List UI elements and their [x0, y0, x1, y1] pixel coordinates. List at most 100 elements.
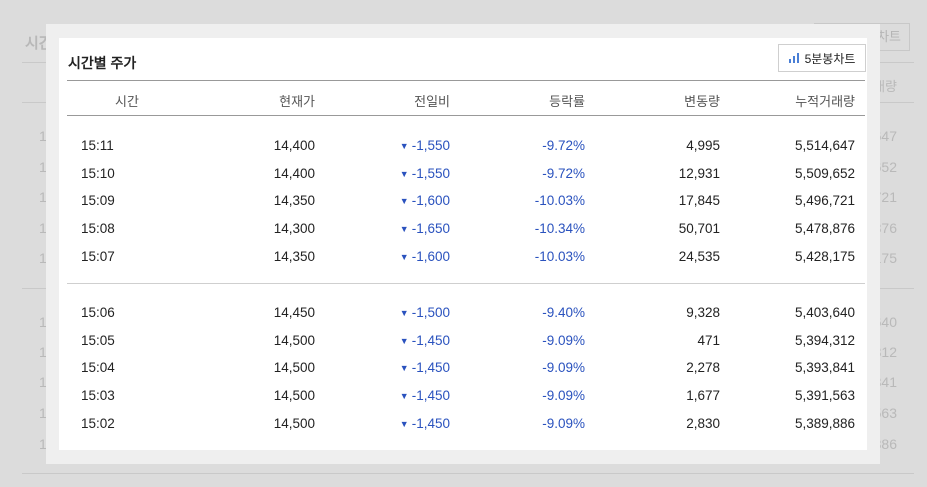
row-change: 1,677 [686, 388, 720, 404]
row-cumulative: 5,391,563 [794, 388, 855, 404]
row-diff: ▼ -1,550 [400, 138, 450, 153]
row-change: 24,535 [678, 248, 720, 264]
column-header-cumulative: 누적거래량 [795, 94, 855, 109]
row-diff: ▼ -1,450 [400, 360, 450, 375]
row-diff: ▼ -1,550 [400, 166, 450, 181]
table-row: 15:08 14,300 ▼ -1,650 -10.34% 50,701 5,478,876 [67, 215, 865, 243]
row-change: 4,995 [686, 138, 720, 153]
row-change: 12,931 [678, 165, 720, 181]
bar-chart-icon [788, 53, 801, 63]
hourly-price-modal: 시간별 주가 5분봉차트 시간 현재가 전일비 등락률 변동량 누적거래량 15… [46, 24, 880, 464]
row-rate: -9.40% [542, 305, 585, 320]
row-rate: -9.72% [542, 138, 585, 153]
column-header-price: 현재가 [279, 94, 315, 109]
row-diff: ▼ -1,450 [400, 333, 450, 348]
column-header-rate: 등락률 [549, 94, 585, 109]
down-arrow-icon: ▼ [399, 141, 409, 151]
row-rate: -9.09% [542, 332, 585, 348]
row-change: 17,845 [678, 193, 720, 209]
row-diff-value: -1,450 [411, 332, 450, 348]
row-cumulative: 5,514,647 [794, 138, 855, 153]
row-diff-value: -1,450 [411, 360, 450, 376]
row-diff-value: -1,600 [411, 248, 450, 264]
row-time: 15:09 [81, 193, 115, 209]
table-row: 15:04 14,500 ▼ -1,450 -9.09% 2,278 5,393,841 [67, 354, 865, 382]
row-time: 15:06 [81, 305, 115, 320]
row-change: 9,328 [686, 305, 720, 320]
row-rate: -9.09% [542, 415, 585, 431]
row-price: 14,350 [273, 248, 315, 264]
row-diff: ▼ -1,450 [400, 388, 450, 403]
row-rate: -10.03% [534, 248, 585, 264]
row-time: 15:02 [81, 415, 115, 431]
table-row: 15:07 14,350 ▼ -1,600 -10.03% 24,535 5,428,175 [67, 243, 865, 271]
row-cumulative: 5,509,652 [794, 165, 855, 181]
row-diff-value: -1,650 [411, 221, 450, 237]
row-time: 15:04 [81, 360, 115, 376]
row-change: 50,701 [678, 221, 720, 237]
column-header-change: 변동량 [684, 94, 720, 109]
column-header-time: 시간 [115, 94, 139, 109]
down-arrow-icon: ▼ [399, 363, 409, 374]
row-diff: ▼ -1,600 [400, 249, 450, 264]
row-price: 14,450 [273, 305, 315, 320]
table-row: 15:11 14,400 ▼ -1,550 -9.72% 4,995 5,514,647 [67, 132, 865, 160]
row-change: 2,830 [686, 415, 720, 431]
down-arrow-icon: ▼ [399, 224, 409, 235]
background-divider [22, 473, 914, 474]
down-arrow-icon: ▼ [399, 391, 409, 402]
table-row: 15:03 14,500 ▼ -1,450 -9.09% 1,677 5,391,563 [67, 382, 865, 410]
table-row: 15:09 14,350 ▼ -1,600 -10.03% 17,845 5,496,721 [67, 187, 865, 215]
row-time: 15:11 [81, 138, 114, 153]
row-diff-value: -1,450 [411, 388, 450, 404]
modal-title: 시간별 주가 [68, 55, 137, 71]
row-price: 14,300 [273, 221, 315, 237]
down-arrow-icon: ▼ [399, 335, 409, 346]
row-time: 15:05 [81, 332, 115, 348]
row-cumulative: 5,428,175 [794, 248, 855, 264]
row-diff-value: -1,450 [411, 415, 450, 431]
row-change: 471 [697, 332, 720, 348]
row-time: 15:07 [81, 248, 115, 264]
row-diff: ▼ -1,450 [400, 416, 450, 431]
row-price: 14,400 [273, 165, 315, 181]
five-min-chart-label: 5분봉차트 [804, 51, 856, 66]
row-rate: -9.09% [542, 360, 585, 376]
row-price: 14,500 [273, 415, 315, 431]
row-cumulative: 5,496,721 [794, 193, 855, 209]
row-cumulative: 5,393,841 [794, 360, 855, 376]
row-cumulative: 5,389,886 [794, 415, 855, 431]
table-row: 15:05 14,500 ▼ -1,450 -9.09% 471 5,394,312 [67, 327, 865, 355]
down-arrow-icon: ▼ [399, 251, 409, 262]
row-time: 15:03 [81, 388, 115, 404]
row-diff-value: -1,500 [411, 305, 450, 320]
row-diff: ▼ -1,500 [400, 305, 450, 320]
row-price: 14,500 [273, 332, 315, 348]
row-rate: -9.72% [542, 165, 585, 181]
down-arrow-icon: ▼ [399, 308, 409, 318]
row-time: 15:10 [81, 165, 115, 181]
modal-content: 시간별 주가 5분봉차트 시간 현재가 전일비 등락률 변동량 누적거래량 15… [59, 38, 867, 450]
five-min-chart-button[interactable]: 5분봉차트 [778, 44, 866, 72]
down-arrow-icon: ▼ [399, 418, 409, 429]
row-cumulative: 5,394,312 [794, 332, 855, 348]
row-diff-value: -1,600 [411, 193, 450, 209]
row-cumulative: 5,403,640 [794, 305, 855, 320]
row-change: 2,278 [686, 360, 720, 376]
row-diff: ▼ -1,600 [400, 193, 450, 208]
group-divider [67, 283, 865, 284]
row-rate: -9.09% [542, 388, 585, 404]
row-rate: -10.03% [534, 193, 585, 209]
row-time: 15:08 [81, 221, 115, 237]
row-cumulative: 5,478,876 [794, 221, 855, 237]
row-price: 14,500 [273, 360, 315, 376]
row-price: 14,400 [273, 138, 315, 153]
down-arrow-icon: ▼ [399, 168, 409, 179]
row-diff-value: -1,550 [411, 138, 450, 153]
down-arrow-icon: ▼ [399, 196, 409, 207]
row-diff-value: -1,550 [411, 165, 450, 181]
row-price: 14,350 [273, 193, 315, 209]
column-header-diff: 전일비 [414, 94, 450, 109]
row-price: 14,500 [273, 388, 315, 404]
table-header: 시간 현재가 전일비 등락률 변동량 누적거래량 [67, 80, 865, 116]
